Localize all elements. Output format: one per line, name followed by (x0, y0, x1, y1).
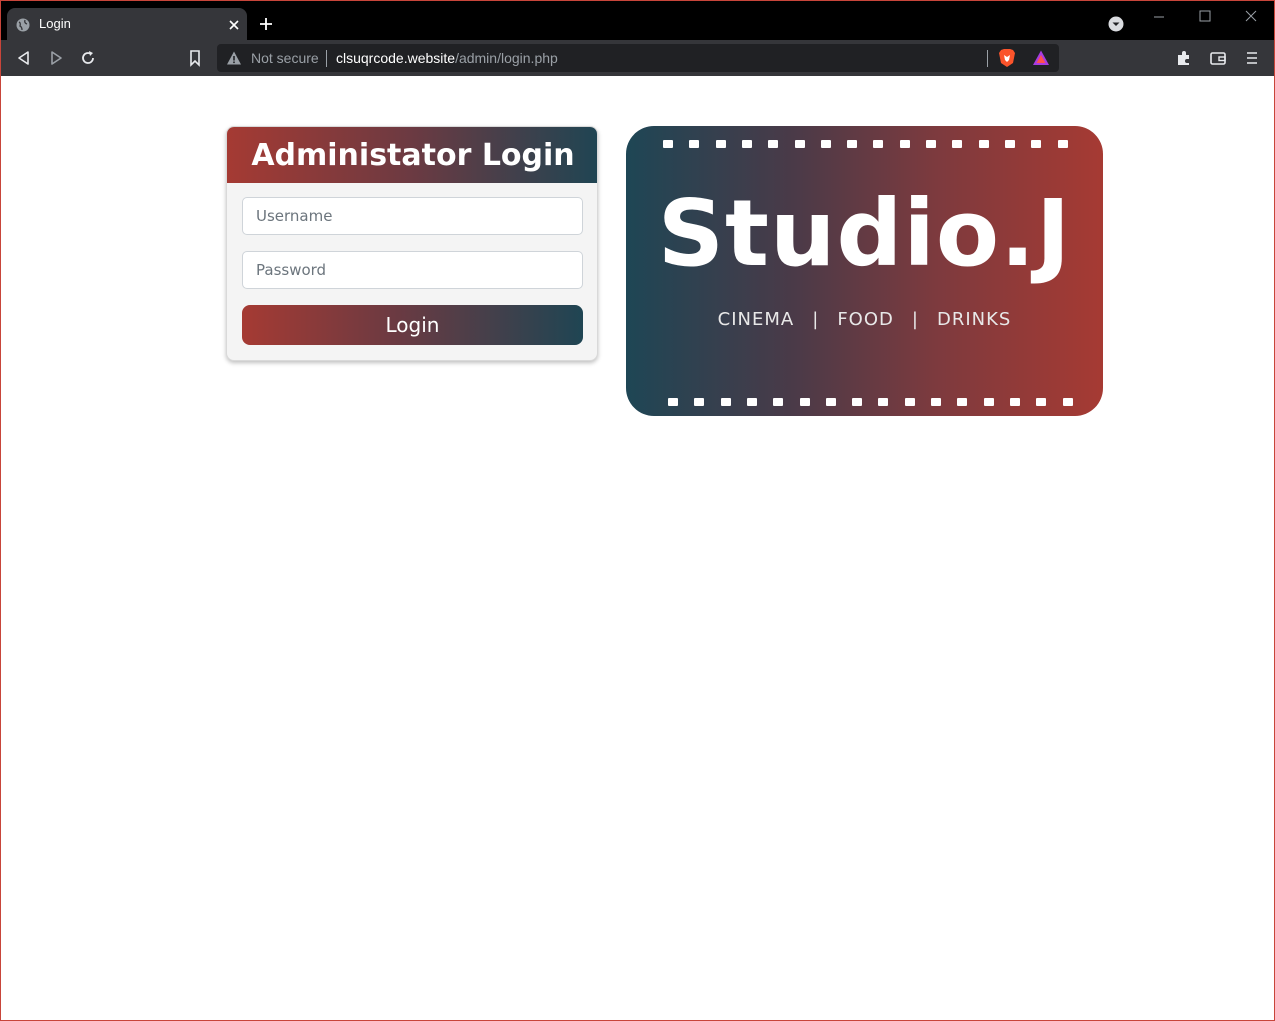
film-perforation (1036, 398, 1047, 406)
film-perforation (1062, 398, 1073, 406)
film-perforation (663, 140, 673, 148)
film-perforation (715, 140, 726, 148)
forward-icon[interactable] (46, 48, 66, 68)
address-bar[interactable]: Not secure clsuqrcode.website/admin/logi… (217, 44, 1059, 72)
security-status[interactable]: Not secure (251, 50, 319, 66)
password-input[interactable] (242, 251, 583, 289)
film-perforation (799, 398, 810, 406)
film-perforation (820, 140, 831, 148)
film-perforation (1004, 140, 1015, 148)
tab-title: Login (39, 16, 71, 31)
brave-shields-icon[interactable] (998, 48, 1016, 68)
chevron-down-icon[interactable] (1107, 15, 1125, 33)
film-perforation (768, 140, 779, 148)
reload-icon[interactable] (78, 48, 98, 68)
tagline-cinema: CINEMA (717, 309, 795, 330)
url-text[interactable]: clsuqrcode.website/admin/login.php (336, 50, 558, 66)
divider (326, 50, 327, 67)
tagline: CINEMA | FOOD | DRINKS (626, 309, 1103, 330)
page-title: Administator Login (251, 137, 575, 173)
logo-text: Studio.J (657, 180, 1072, 287)
globe-icon (16, 17, 30, 32)
tab-login[interactable]: Login (7, 8, 247, 40)
browser-toolbar: Not secure clsuqrcode.website/admin/logi… (1, 40, 1274, 76)
close-window-icon[interactable] (1241, 7, 1261, 27)
film-perforation (847, 140, 858, 148)
film-perforation (978, 140, 989, 148)
film-perforation (741, 140, 752, 148)
film-perforation (1057, 140, 1068, 148)
film-perforation (720, 398, 731, 406)
film-perforation (931, 398, 941, 406)
film-perforation (825, 398, 836, 406)
film-perforation (1009, 398, 1020, 406)
film-perforation (904, 398, 915, 406)
film-perforation (852, 398, 863, 406)
film-perforation (952, 140, 963, 148)
maximize-icon[interactable] (1195, 7, 1215, 27)
film-perforation (899, 140, 910, 148)
film-perforation (926, 140, 936, 148)
film-perforation (746, 398, 757, 406)
page-content: Administator Login Login Studio.J CINEMA… (1, 76, 1274, 1020)
film-perforation (1031, 140, 1042, 148)
url-path: /admin/login.php (455, 50, 558, 66)
extensions-icon[interactable] (1174, 48, 1194, 68)
plus-icon[interactable] (257, 15, 275, 33)
studio-logo-banner: Studio.J CINEMA | FOOD | DRINKS (626, 126, 1103, 416)
tab-strip: Login (1, 1, 1274, 40)
film-perforation (873, 140, 884, 148)
film-perforation (694, 398, 705, 406)
bookmark-icon[interactable] (185, 48, 205, 68)
login-button[interactable]: Login (242, 305, 583, 345)
browser-window: Login Not secure clsuqrcode.website/admi… (1, 1, 1274, 1020)
login-header: Administator Login (227, 127, 597, 183)
login-card: Administator Login Login (226, 126, 598, 361)
film-perforation (689, 140, 700, 148)
url-host: clsuqrcode.website (336, 50, 456, 66)
film-perforation (794, 140, 805, 148)
tagline-food: FOOD (837, 309, 894, 330)
film-perforation (668, 398, 678, 406)
divider (987, 50, 988, 67)
warning-icon[interactable] (226, 50, 242, 66)
film-perforation (957, 398, 968, 406)
film-perforation (983, 398, 994, 406)
tagline-drinks: DRINKS (936, 309, 1012, 330)
close-icon[interactable] (227, 17, 241, 31)
tagline-separator: | (911, 309, 919, 330)
username-input[interactable] (242, 197, 583, 235)
film-perforation (878, 398, 889, 406)
film-perforation (773, 398, 784, 406)
wallet-icon[interactable] (1208, 48, 1228, 68)
menu-icon[interactable] (1242, 48, 1262, 68)
tagline-separator: | (812, 309, 820, 330)
minimize-icon[interactable] (1149, 7, 1169, 27)
brave-rewards-icon[interactable] (1032, 49, 1050, 67)
back-icon[interactable] (14, 48, 34, 68)
